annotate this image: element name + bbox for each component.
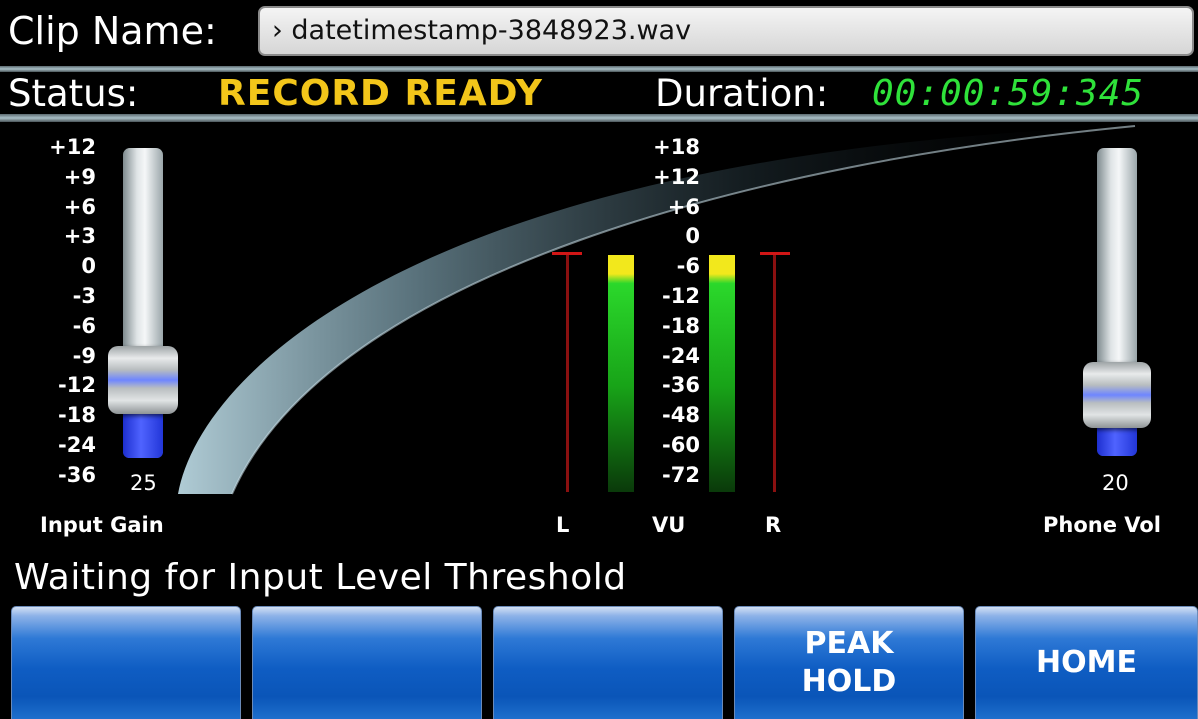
vu-scale-tick: 0 bbox=[685, 224, 700, 249]
input-gain-scale-tick: +12 bbox=[49, 135, 96, 159]
input-gain-scale: +12 +9 +6 +3 0 -3 -6 -9 -12 -18 -24 -36 bbox=[20, 133, 96, 491]
vu-scale-tick: -60 bbox=[662, 432, 700, 457]
vu-scale-tick: -48 bbox=[662, 403, 700, 428]
vu-scale-tick: +18 bbox=[653, 135, 700, 159]
duration-value: 00:00:59:345 bbox=[872, 73, 1145, 114]
vu-scale-tick: -72 bbox=[662, 462, 700, 487]
right-peak-line bbox=[773, 255, 776, 492]
softkey-1-button[interactable] bbox=[11, 606, 241, 719]
status-value: RECORD READY bbox=[218, 73, 543, 114]
home-button[interactable]: HOME bbox=[975, 606, 1198, 719]
input-gain-scale-tick: +6 bbox=[63, 194, 96, 219]
vu-scale-tick: +12 bbox=[653, 164, 700, 189]
left-peak-line bbox=[566, 255, 569, 492]
vu-scale: +18 +12 +6 0 -6 -12 -18 -24 -36 -48 -60 … bbox=[610, 133, 700, 491]
input-gain-scale-tick: -36 bbox=[58, 462, 96, 487]
softkey-3-button[interactable] bbox=[493, 606, 723, 719]
peak-hold-label: PEAK HOLD bbox=[801, 626, 897, 699]
clip-name-row: Clip Name: › datetimestamp-3848923.wav bbox=[0, 0, 1198, 66]
input-gain-caption: Input Gain bbox=[40, 513, 164, 537]
input-gain-scale-tick: -6 bbox=[72, 313, 96, 338]
vu-center-label: VU bbox=[652, 513, 686, 537]
status-message: Waiting for Input Level Threshold bbox=[14, 557, 627, 598]
vu-scale-tick: -24 bbox=[662, 343, 700, 368]
clip-name-label: Clip Name: bbox=[8, 9, 217, 53]
input-gain-value: 25 bbox=[130, 471, 157, 495]
home-label: HOME bbox=[1036, 645, 1137, 680]
input-gain-scale-tick: -24 bbox=[58, 432, 96, 457]
peak-hold-button[interactable]: PEAK HOLD bbox=[734, 606, 964, 719]
input-gain-scale-tick: -9 bbox=[72, 343, 96, 368]
phone-vol-slider-fill bbox=[1097, 424, 1137, 456]
right-vu-bar bbox=[709, 255, 735, 492]
status-row: Status: RECORD READY Duration: 00:00:59:… bbox=[0, 72, 1198, 115]
input-gain-scale-tick: -3 bbox=[72, 283, 96, 308]
clip-name-field[interactable]: › datetimestamp-3848923.wav bbox=[258, 6, 1194, 56]
input-gain-scale-tick: +3 bbox=[63, 224, 96, 249]
vu-left-label: L bbox=[556, 513, 570, 537]
vu-right-label: R bbox=[765, 513, 782, 537]
status-label: Status: bbox=[8, 72, 139, 115]
decorative-arc bbox=[178, 125, 1136, 495]
input-gain-slider-knob[interactable] bbox=[108, 346, 178, 414]
vu-scale-tick: -12 bbox=[662, 283, 700, 308]
vu-scale-tick: -36 bbox=[662, 373, 700, 398]
phone-vol-value: 20 bbox=[1102, 471, 1129, 495]
vu-scale-tick: +6 bbox=[667, 194, 700, 219]
input-gain-scale-tick: -12 bbox=[58, 373, 96, 398]
input-gain-scale-tick: +9 bbox=[63, 164, 96, 189]
duration-label: Duration: bbox=[655, 72, 829, 115]
phone-vol-slider-knob[interactable] bbox=[1083, 362, 1151, 428]
input-gain-scale-tick: 0 bbox=[81, 254, 96, 279]
softkey-2-button[interactable] bbox=[252, 606, 482, 719]
vu-scale-tick: -18 bbox=[662, 313, 700, 338]
phone-vol-caption: Phone Vol bbox=[1043, 513, 1162, 537]
vu-scale-tick: -6 bbox=[676, 254, 700, 279]
input-gain-scale-tick: -18 bbox=[58, 403, 96, 428]
status-divider bbox=[0, 114, 1198, 122]
